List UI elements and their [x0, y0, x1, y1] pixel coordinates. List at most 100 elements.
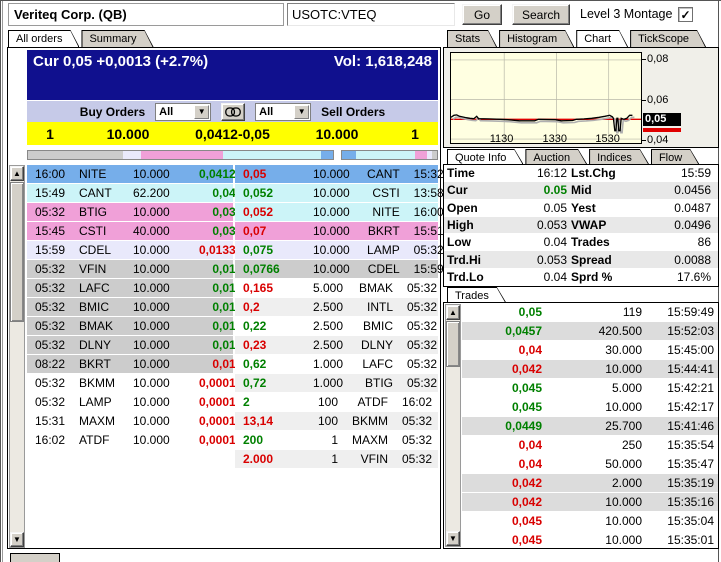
tab-stats[interactable]: Stats	[447, 30, 497, 47]
trades-row[interactable]: 0,0511915:59:49	[462, 303, 718, 322]
tab-summary[interactable]: Summary	[81, 30, 153, 47]
tab-chart[interactable]: Chart	[576, 30, 628, 47]
buy-filter-select[interactable]: All ▼	[155, 103, 211, 121]
sell-filter-value: All	[259, 106, 273, 118]
bid-row[interactable]: 15:45CSTI40.0000,03	[27, 222, 233, 241]
ask-time: 05:32	[400, 243, 444, 257]
bottom-partial-tab[interactable]	[10, 553, 60, 562]
bid-size: 10.000	[133, 243, 170, 257]
bid-row[interactable]: 05:32BMAK10.0000,01	[27, 317, 233, 336]
quote-row: Cur0.05Mid0.0456	[444, 182, 718, 199]
ask-row[interactable]: 0,222.500BMIC05:32	[235, 317, 438, 336]
quote-value: 0.05	[499, 183, 571, 197]
ask-row[interactable]: 0,076610.000CDEL15:59	[235, 260, 438, 279]
scroll-up-button[interactable]: ▲	[446, 305, 460, 320]
trades-row[interactable]: 0,04210.00015:44:41	[462, 360, 718, 379]
bid-row[interactable]: 08:22BKRT10.0000,01	[27, 355, 233, 374]
bid-price: 0,0412	[170, 167, 242, 181]
ask-row[interactable]: 2001MAXM05:32	[235, 431, 438, 450]
bid-mm: DLNY	[79, 338, 133, 352]
bid-mm: VFIN	[79, 262, 133, 276]
scroll-up-button[interactable]: ▲	[10, 166, 24, 181]
ask-row[interactable]: 0,232.500DLNY05:32	[235, 336, 438, 355]
ask-row[interactable]: 0,721.000BTIG05:32	[235, 374, 438, 393]
tab-flow[interactable]: Flow	[651, 149, 699, 164]
bid-price: 0,01	[170, 300, 242, 314]
tab-histogram[interactable]: Histogram	[499, 30, 574, 47]
chevron-down-icon[interactable]: ▼	[194, 105, 209, 119]
trades-row[interactable]: 0,0455.00015:42:21	[462, 379, 718, 398]
ask-row[interactable]: 2100ATDF16:02	[235, 393, 438, 412]
bid-row[interactable]: 15:49CANT62.2000,04	[27, 184, 233, 203]
tab-all-orders[interactable]: All orders	[8, 30, 79, 47]
trades-scrollbar[interactable]: ▲ ▼	[445, 304, 461, 547]
trades-row[interactable]: 0,0425015:35:54	[462, 436, 718, 455]
trades-row[interactable]: 0,04510.00015:42:17	[462, 398, 718, 417]
scroll-down-button[interactable]: ▼	[446, 531, 460, 546]
quote-label: Trd.Lo	[447, 270, 499, 284]
bid-row[interactable]: 05:32LAMP10.0000,0001	[27, 393, 233, 412]
bid-row[interactable]: 15:31MAXM10.0000,0001	[27, 412, 233, 431]
trades-row[interactable]: 0,044925.70015:41:46	[462, 417, 718, 436]
ask-row[interactable]: 0,07510.000LAMP05:32	[235, 241, 438, 260]
chevron-down-icon[interactable]: ▼	[294, 105, 309, 119]
ask-row[interactable]: 0,22.500INTL05:32	[235, 298, 438, 317]
bid-row[interactable]: 05:32BTIG10.0000,03	[27, 203, 233, 222]
bid-row[interactable]: 16:02ATDF10.0000,0001	[27, 431, 233, 450]
ask-row[interactable]: 13,14100BKMM05:32	[235, 412, 438, 431]
tab-indices[interactable]: Indices	[589, 149, 649, 164]
scrollbar-thumb[interactable]	[446, 321, 460, 367]
bid-row[interactable]: 05:32DLNY10.0000,01	[27, 336, 233, 355]
bid-row[interactable]: 05:32VFIN10.0000,01	[27, 260, 233, 279]
ask-row[interactable]: 0,0510.000CANT15:32	[235, 165, 438, 184]
bid-row[interactable]: 05:32BMIC10.0000,01	[27, 298, 233, 317]
spread-range: 0,0412-0,05	[183, 126, 282, 142]
ask-row[interactable]: 0,05210.000CSTI13:58	[235, 184, 438, 203]
scroll-down-button[interactable]: ▼	[10, 532, 24, 547]
trade-time: 15:35:54	[642, 438, 718, 452]
link-filters-button[interactable]	[221, 103, 245, 121]
bid-row[interactable]: 15:59CDEL10.0000,0133	[27, 241, 233, 260]
ask-row[interactable]: 0,1655.000BMAK05:32	[235, 279, 438, 298]
go-button[interactable]: Go	[462, 4, 502, 25]
ask-size: 100	[313, 395, 338, 409]
ask-mm: CSTI	[350, 186, 400, 200]
trade-time: 15:52:03	[642, 324, 718, 338]
bid-price: 0,0133	[170, 243, 242, 257]
trades-row[interactable]: 0,0422.00015:35:19	[462, 474, 718, 493]
trades-row[interactable]: 0,0430.00015:45:00	[462, 341, 718, 360]
ask-mm: MAXM	[338, 433, 388, 447]
bid-row[interactable]: 16:00NITE10.0000,0412	[27, 165, 233, 184]
scrollbar-thumb[interactable]	[10, 182, 24, 322]
search-button[interactable]: Search	[512, 4, 570, 25]
ask-row[interactable]: 2.0001VFIN05:32	[235, 450, 438, 469]
bid-time: 15:49	[35, 186, 79, 200]
trades-row[interactable]: 0,04510.00015:35:01	[462, 531, 718, 550]
level3-montage-checkbox[interactable]: ✓	[678, 7, 693, 22]
trades-row[interactable]: 0,0457420.50015:52:03	[462, 322, 718, 341]
bid-row[interactable]: 05:32LAFC10.0000,01	[27, 279, 233, 298]
ask-row[interactable]: 0,0710.000BKRT15:51	[235, 222, 438, 241]
tab-trades[interactable]: Trades	[447, 287, 506, 302]
tab-auction[interactable]: Auction	[525, 149, 587, 164]
ask-row[interactable]: 0,621.000LAFC05:32	[235, 355, 438, 374]
bid-size: 10.000	[133, 357, 170, 371]
montage-scrollbar[interactable]: ▲ ▼	[9, 165, 25, 548]
bid-size: 10.000	[133, 300, 170, 314]
symbol-input[interactable]: USOTC:VTEQ	[287, 3, 455, 26]
trade-price: 0,04	[462, 343, 542, 357]
trade-time: 15:42:17	[642, 400, 718, 414]
ask-row[interactable]: 0,05210.000NITE16:00	[235, 203, 438, 222]
sell-orders-label: Sell Orders	[321, 105, 385, 119]
trades-row[interactable]: 0,04210.00015:35:16	[462, 493, 718, 512]
trades-row[interactable]: 0,0450.00015:35:47	[462, 455, 718, 474]
bid-row[interactable]: 05:32BKMM10.0000,0001	[27, 374, 233, 393]
sell-filter-select[interactable]: All ▼	[255, 103, 311, 121]
ask-mm: BTIG	[343, 376, 393, 390]
tab-quote-info[interactable]: Quote Info	[447, 149, 523, 164]
depth-segment-cyan	[223, 151, 321, 159]
ask-time: 13:58	[400, 186, 444, 200]
tab-tickscope[interactable]: TickScope	[630, 30, 706, 47]
ask-depth-bar	[341, 150, 438, 160]
trades-row[interactable]: 0,04510.00015:35:04	[462, 512, 718, 531]
